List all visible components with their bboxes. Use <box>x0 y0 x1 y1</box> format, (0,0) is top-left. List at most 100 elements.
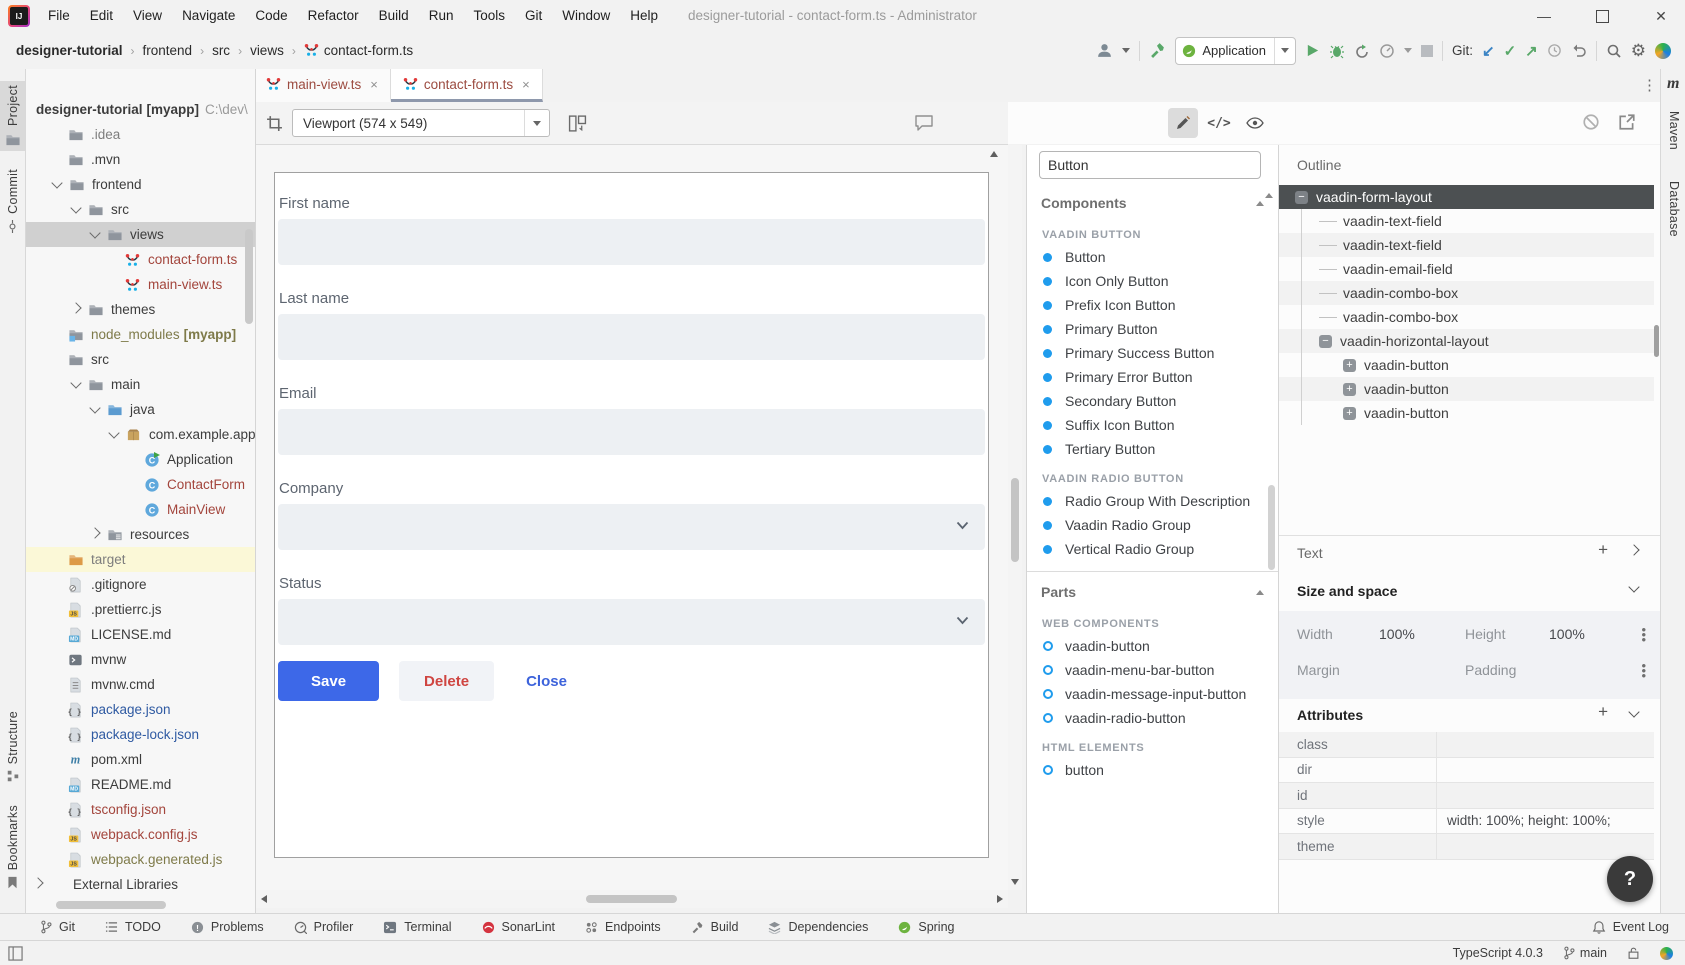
attribute-value[interactable]: width: 100%; height: 100%; <box>1437 813 1654 828</box>
palette-item-button[interactable]: Button <box>1027 245 1278 269</box>
palette-item-vertical-radio-group[interactable]: Vertical Radio Group <box>1027 537 1278 561</box>
profiler-dropdown-icon[interactable] <box>1404 48 1412 53</box>
debug-icon[interactable] <box>1329 43 1345 59</box>
designer-vscroll-thumb[interactable] <box>1011 478 1019 562</box>
settings-gear-icon[interactable]: ⚙ <box>1631 41 1646 61</box>
size-collapse-icon[interactable] <box>1628 581 1639 592</box>
tree-item-mainview[interactable]: CMainView <box>26 497 255 522</box>
edit-mode-pencil-icon[interactable] <box>1168 108 1198 138</box>
help-button[interactable]: ? <box>1607 856 1653 902</box>
ide-status-icon[interactable] <box>1660 947 1673 960</box>
palette-item-vaadin-button[interactable]: vaadin-button <box>1027 634 1278 658</box>
tree-root[interactable]: designer-tutorial[myapp]C:\dev\ <box>26 97 255 122</box>
toolwindow-sonarlint[interactable]: SonarLint <box>482 920 556 934</box>
build-hammer-icon[interactable] <box>1149 42 1166 59</box>
tree-item-package-lock-json[interactable]: { }package-lock.json <box>26 722 255 747</box>
menu-window[interactable]: Window <box>552 0 620 32</box>
delete-button[interactable]: Delete <box>399 661 494 701</box>
palette-item-prefix-icon-button[interactable]: Prefix Icon Button <box>1027 293 1278 317</box>
toolwindow-spring[interactable]: Spring <box>898 920 954 934</box>
palette-item-vaadin-radio-group[interactable]: Vaadin Radio Group <box>1027 513 1278 537</box>
menu-edit[interactable]: Edit <box>80 0 123 32</box>
preview-mode-eye-icon[interactable] <box>1240 108 1270 138</box>
outline-node-vaadin-button[interactable]: +vaadin-button <box>1279 377 1654 401</box>
tree-expanded-icon[interactable] <box>51 177 62 188</box>
git-commit-icon[interactable]: ✓ <box>1504 42 1517 60</box>
palette-item-button[interactable]: button <box>1027 758 1278 782</box>
tree-item-webpack-config-js[interactable]: JSwebpack.config.js <box>26 822 255 847</box>
tree-item-idea[interactable]: .idea <box>26 122 255 147</box>
field-email[interactable] <box>278 409 985 455</box>
maximize-icon[interactable] <box>1596 10 1609 23</box>
menu-tools[interactable]: Tools <box>463 0 515 32</box>
tree-item-mvnw-cmd[interactable]: mvnw.cmd <box>26 672 255 697</box>
open-in-browser-icon[interactable] <box>1618 113 1636 131</box>
outline-node-vaadin-button[interactable]: +vaadin-button <box>1279 401 1654 425</box>
tree-item-node-modules[interactable]: node_modules[myapp] <box>26 322 255 347</box>
field-status[interactable] <box>278 599 985 645</box>
sidebar-item-project[interactable]: Project <box>0 81 25 151</box>
run-with-coverage-icon[interactable] <box>1354 43 1370 59</box>
tree-item-main-view-ts[interactable]: main-view.ts <box>26 272 255 297</box>
run-configuration-dropdown-icon[interactable] <box>1274 38 1295 64</box>
outline-node-vaadin-horizontal-layout[interactable]: −vaadin-horizontal-layout <box>1279 329 1654 353</box>
feedback-comment-icon[interactable] <box>914 114 934 132</box>
project-vscroll-thumb[interactable] <box>245 229 253 324</box>
tab-main-view-ts[interactable]: main-view.ts× <box>254 69 391 102</box>
form-layout-preview[interactable]: First nameLast nameEmailCompanyStatusSav… <box>274 172 989 858</box>
designer-horizontal-scrollbar[interactable] <box>256 890 1008 908</box>
tree-item-target[interactable]: target <box>26 547 255 572</box>
palette-item-primary-error-button[interactable]: Primary Error Button <box>1027 365 1278 389</box>
tree-expanded-icon[interactable] <box>89 227 100 238</box>
palette-item-icon-only-button[interactable]: Icon Only Button <box>1027 269 1278 293</box>
tree-item-pom-xml[interactable]: mpom.xml <box>26 747 255 772</box>
size-value-height[interactable]: 100% <box>1549 626 1585 642</box>
collapse-node-icon[interactable]: − <box>1295 191 1308 204</box>
toolwindow-problems[interactable]: !Problems <box>191 920 264 934</box>
menu-run[interactable]: Run <box>419 0 464 32</box>
tree-item-application[interactable]: CApplication <box>26 447 255 472</box>
user-dropdown-icon[interactable] <box>1122 48 1130 53</box>
expand-node-icon[interactable]: + <box>1343 383 1356 396</box>
palette-item-vaadin-radio-button[interactable]: vaadin-radio-button <box>1027 706 1278 730</box>
git-update-icon[interactable]: ↙ <box>1482 42 1495 60</box>
split-orientation-icon[interactable] <box>568 114 587 133</box>
tree-expanded-icon[interactable] <box>89 402 100 413</box>
tree-collapsed-icon[interactable] <box>32 877 43 888</box>
outline-node-vaadin-form-layout[interactable]: −vaadin-form-layout <box>1279 185 1654 209</box>
run-configuration-select[interactable]: Application <box>1175 37 1296 65</box>
chevron-down-icon[interactable] <box>956 616 969 625</box>
tree-item-com-example-applica[interactable]: com.example.applica <box>26 422 255 447</box>
tree-item-src[interactable]: src <box>26 197 255 222</box>
scroll-left-icon[interactable] <box>261 895 267 903</box>
designer-canvas[interactable]: First nameLast nameEmailCompanyStatusSav… <box>256 145 1008 890</box>
palette-scroll-up-icon[interactable] <box>1265 193 1273 198</box>
tree-item-views[interactable]: views <box>26 222 255 247</box>
tool-window-layout-icon[interactable] <box>8 946 23 961</box>
tree-item-themes[interactable]: themes <box>26 297 255 322</box>
toolwindow-profiler[interactable]: Profiler <box>294 920 354 934</box>
toolwindow-endpoints[interactable]: Endpoints <box>585 920 661 934</box>
tree-item-package-json[interactable]: { }package.json <box>26 697 255 722</box>
typescript-version[interactable]: TypeScript 4.0.3 <box>1453 946 1543 960</box>
collapse-section-icon[interactable] <box>1256 201 1264 206</box>
expand-node-icon[interactable]: + <box>1343 407 1356 420</box>
palette-item-secondary-button[interactable]: Secondary Button <box>1027 389 1278 413</box>
save-button[interactable]: Save <box>278 661 379 701</box>
rollback-icon[interactable] <box>1571 43 1587 59</box>
code-mode-icon[interactable]: </> <box>1204 108 1234 138</box>
tree-expanded-icon[interactable] <box>108 427 119 438</box>
size-value-width[interactable]: 100% <box>1379 626 1415 642</box>
toolwindow-git[interactable]: Git <box>40 920 75 934</box>
toolwindow-dependencies[interactable]: Dependencies <box>768 920 868 934</box>
menu-navigate[interactable]: Navigate <box>172 0 245 32</box>
project-hscroll-thumb[interactable] <box>56 901 166 909</box>
sidebar-item-maven[interactable]: Maven <box>1667 111 1681 155</box>
tree-item-tsconfig-json[interactable]: { }tsconfig.json <box>26 797 255 822</box>
viewport-select[interactable]: Viewport (574 x 549) <box>292 109 550 137</box>
tree-item-prettierrc-js[interactable]: JS.prettierrc.js <box>26 597 255 622</box>
palette-item-primary-success-button[interactable]: Primary Success Button <box>1027 341 1278 365</box>
disabled-indicator-icon[interactable] <box>1582 113 1600 131</box>
attributes-add-icon[interactable]: + <box>1598 705 1608 719</box>
tree-item-contact-form-ts[interactable]: contact-form.ts <box>26 247 255 272</box>
